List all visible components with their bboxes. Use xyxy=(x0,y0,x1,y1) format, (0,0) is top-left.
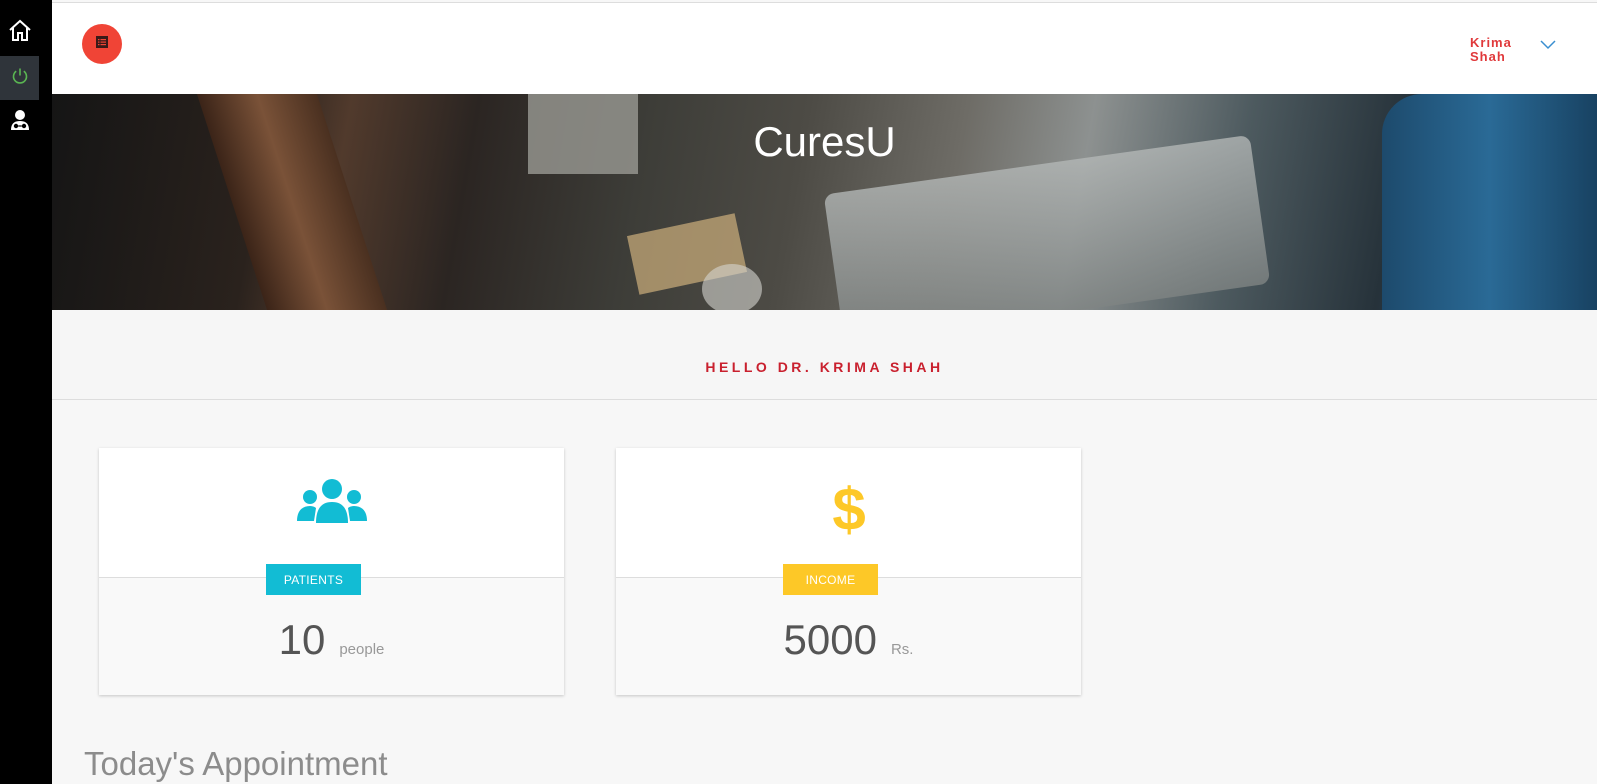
sidebar-item-home[interactable] xyxy=(0,10,39,54)
patients-value-row: 10 people xyxy=(99,616,564,664)
greeting-section: HELLO DR. KRIMA SHAH xyxy=(52,310,1597,400)
doctor-icon xyxy=(10,109,30,136)
appointments-title: Today's Appointment xyxy=(84,745,388,782)
patients-count: 10 xyxy=(278,616,326,663)
sidebar-item-doctor[interactable] xyxy=(0,100,39,144)
app-title: CuresU xyxy=(753,118,896,165)
sidebar-item-power[interactable] xyxy=(0,56,39,100)
power-icon xyxy=(11,67,29,90)
dollar-icon: $ xyxy=(616,478,1081,538)
hero-banner: CuresU xyxy=(52,94,1597,310)
greeting-text: HELLO DR. KRIMA SHAH xyxy=(705,359,944,375)
menu-button[interactable] xyxy=(82,24,122,64)
patients-unit: people xyxy=(339,641,385,658)
income-unit: Rs. xyxy=(890,641,914,658)
card-header xyxy=(99,448,564,578)
list-icon xyxy=(96,35,108,53)
home-icon xyxy=(7,18,33,47)
card-header: $ xyxy=(616,448,1081,578)
income-card: $ INCOME 5000 Rs. xyxy=(616,448,1081,695)
sidebar xyxy=(0,0,52,784)
income-label: INCOME xyxy=(783,564,878,595)
income-amount: 5000 xyxy=(783,616,877,663)
users-icon xyxy=(99,478,564,524)
income-value-row: 5000 Rs. xyxy=(616,616,1081,664)
patients-label: PATIENTS xyxy=(266,564,361,595)
patients-card: PATIENTS 10 people xyxy=(99,448,564,695)
top-bar: Krima Shah xyxy=(52,2,1597,94)
user-name[interactable]: Krima Shah xyxy=(1470,36,1530,64)
chevron-down-icon[interactable] xyxy=(1540,37,1556,55)
svg-text:$: $ xyxy=(832,478,865,538)
